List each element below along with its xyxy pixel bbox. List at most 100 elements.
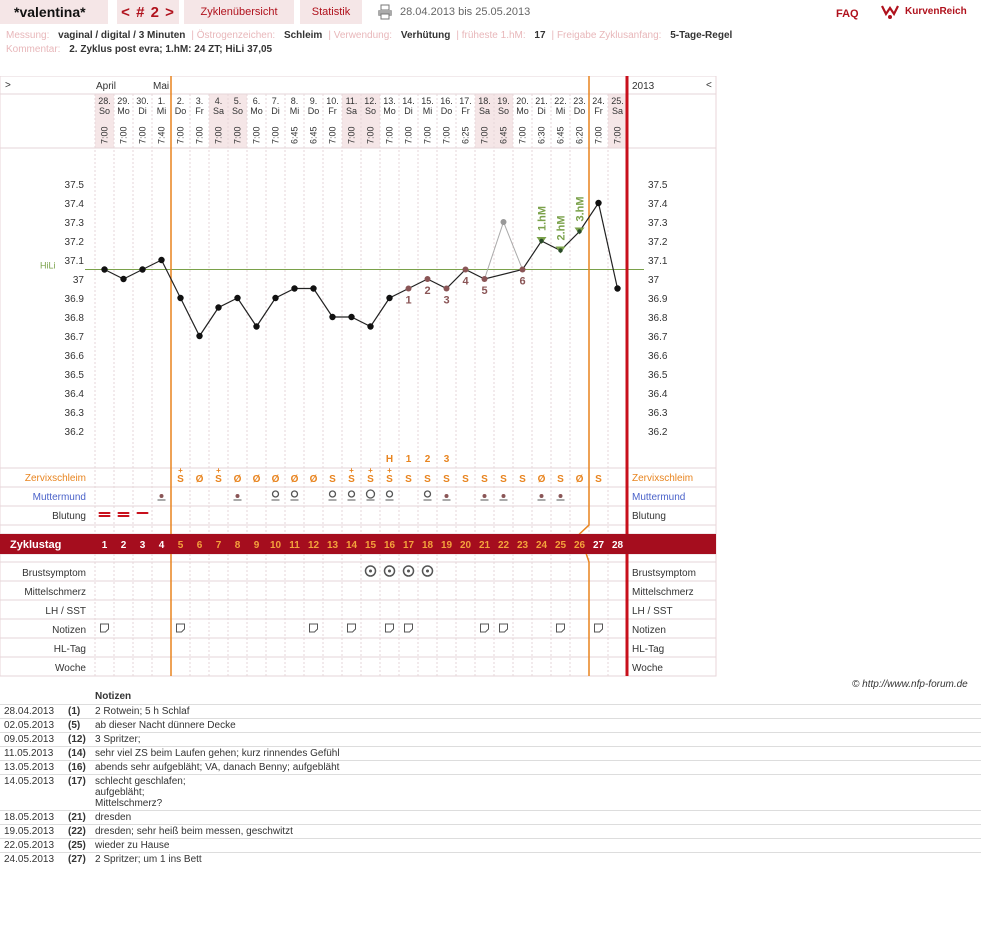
cycle-day-number: 7 xyxy=(216,540,222,551)
time-label: 6:30 xyxy=(537,126,547,144)
peak-label: H xyxy=(386,454,393,465)
low-number: 2 xyxy=(424,285,430,297)
tab-statistik[interactable]: Statistik xyxy=(300,0,362,24)
cycle-day-number: 23 xyxy=(517,540,529,551)
note-text: sehr viel ZS beim Laufen gehen; kurz rin… xyxy=(91,746,981,761)
time-label: 7:00 xyxy=(252,126,262,144)
print-icon[interactable] xyxy=(377,4,393,20)
y-tick-right: 36.6 xyxy=(648,351,668,362)
temp-point xyxy=(310,285,317,292)
day-number: 13. xyxy=(383,96,396,106)
note-day: (17) xyxy=(64,774,91,811)
cycle-day-number: 18 xyxy=(422,540,434,551)
cycle-day-number: 20 xyxy=(460,540,472,551)
temp-point xyxy=(424,276,431,282)
low-number: 5 xyxy=(481,285,487,297)
cervix-dot xyxy=(539,494,544,498)
cycle-nav-button[interactable]: < # 2 > xyxy=(117,0,179,24)
weekday-label: Di xyxy=(138,106,147,116)
weekday-label: Do xyxy=(175,106,187,116)
time-label: 7:00 xyxy=(347,126,357,144)
day-number: 1. xyxy=(158,96,166,106)
weekday-label: Mo xyxy=(117,106,130,116)
day-number: 21. xyxy=(535,96,548,106)
value-oestrogen: Schleim xyxy=(283,30,323,41)
cycle-day-band xyxy=(0,534,716,554)
y-tick-left: 36.5 xyxy=(65,370,85,381)
note-icon xyxy=(176,623,185,633)
temp-point xyxy=(577,229,582,234)
temp-point xyxy=(462,266,469,273)
note-icon xyxy=(499,623,508,633)
time-label: 6:45 xyxy=(499,126,509,144)
weekday-label: Fr xyxy=(195,106,204,116)
peak-label: 2 xyxy=(425,454,431,465)
cycle-day-number: 17 xyxy=(403,540,415,551)
time-label: 7:00 xyxy=(271,126,281,144)
cycle-day-number: 16 xyxy=(384,540,396,551)
note-text: dresden xyxy=(91,810,981,825)
time-label: 7:00 xyxy=(594,126,604,144)
note-row: 09.05.2013 (12) 3 Spritzer; xyxy=(0,732,981,747)
mucus-symbol: S xyxy=(443,474,450,485)
y-tick-right: 36.3 xyxy=(648,408,668,419)
cycle-app: { "header":{"user":"*valentina*","nav":"… xyxy=(0,0,981,945)
note-text: wieder zu Hause xyxy=(91,838,981,853)
day-number: 3. xyxy=(196,96,204,106)
value-hm: 17 xyxy=(534,30,546,41)
day-number: 16. xyxy=(440,96,453,106)
cycle-day-label: Zyklustag xyxy=(10,539,61,551)
cycle-day-number: 27 xyxy=(593,540,605,551)
nav-left-arrow: > xyxy=(5,80,11,91)
mucus-symbol: Ø xyxy=(253,474,261,485)
time-label: 7:00 xyxy=(233,126,243,144)
logo[interactable]: KurvenReich xyxy=(880,2,967,20)
note-day: (27) xyxy=(64,852,91,866)
note-day: (5) xyxy=(64,718,91,733)
y-tick-right: 37 xyxy=(648,275,660,286)
mucus-symbol: S xyxy=(481,474,488,485)
cycle-day-number: 24 xyxy=(536,540,548,551)
tab-zyklenuebersicht[interactable]: Zyklenübersicht xyxy=(184,0,294,24)
temp-point xyxy=(329,313,336,321)
row-label-right: Brustsymptom xyxy=(632,568,696,579)
cervix-dot xyxy=(558,494,563,498)
note-icon xyxy=(347,623,356,633)
date-range: 28.04.2013 bis 25.05.2013 xyxy=(400,6,531,18)
time-label: 6:45 xyxy=(290,126,300,144)
day-number: 9. xyxy=(310,96,318,106)
row-label-right: Blutung xyxy=(632,511,666,522)
day-number: 11. xyxy=(346,96,358,106)
weekday-label: Sa xyxy=(479,106,490,116)
y-tick-right: 36.4 xyxy=(648,389,668,400)
mucus-symbol: S xyxy=(367,474,374,485)
temp-point xyxy=(158,256,165,264)
note-text: ab dieser Nacht dünnere Decke xyxy=(91,718,981,733)
row-label-left: Brustsymptom xyxy=(22,568,86,579)
temp-point xyxy=(120,275,127,283)
row-label-right: HL-Tag xyxy=(632,644,664,655)
meta-line-2: Kommentar: 2. Zyklus post evra; 1.hM: 24… xyxy=(6,44,278,55)
faq-link[interactable]: FAQ xyxy=(836,8,859,20)
cervix-dot xyxy=(444,494,449,498)
notes-title: Notizen xyxy=(95,691,132,702)
cycle-day-number: 2 xyxy=(121,540,127,551)
chart-frame xyxy=(0,76,717,677)
weekday-label: Fr xyxy=(461,106,470,116)
label-hm: früheste 1.hM: xyxy=(461,30,526,41)
breast-icon-center xyxy=(407,569,410,573)
mucus-symbol: S xyxy=(595,474,602,485)
bleeding-mark xyxy=(117,515,130,517)
note-icon xyxy=(480,623,489,633)
cycle-day-number: 21 xyxy=(479,540,491,551)
high-label: 3.hM xyxy=(575,196,587,221)
cervix-dot xyxy=(235,494,240,498)
cycle-day-number: 25 xyxy=(555,540,567,551)
note-row: 14.05.2013 (17) schlecht geschlafen; aufgeb… xyxy=(0,774,981,811)
y-tick-right: 36.9 xyxy=(648,294,668,305)
month-label: Mai xyxy=(153,81,169,92)
row-label-right: Zervixschleim xyxy=(632,473,693,484)
y-tick-left: 36.4 xyxy=(65,389,85,400)
temp-point xyxy=(595,199,602,207)
day-number: 20. xyxy=(516,96,529,106)
